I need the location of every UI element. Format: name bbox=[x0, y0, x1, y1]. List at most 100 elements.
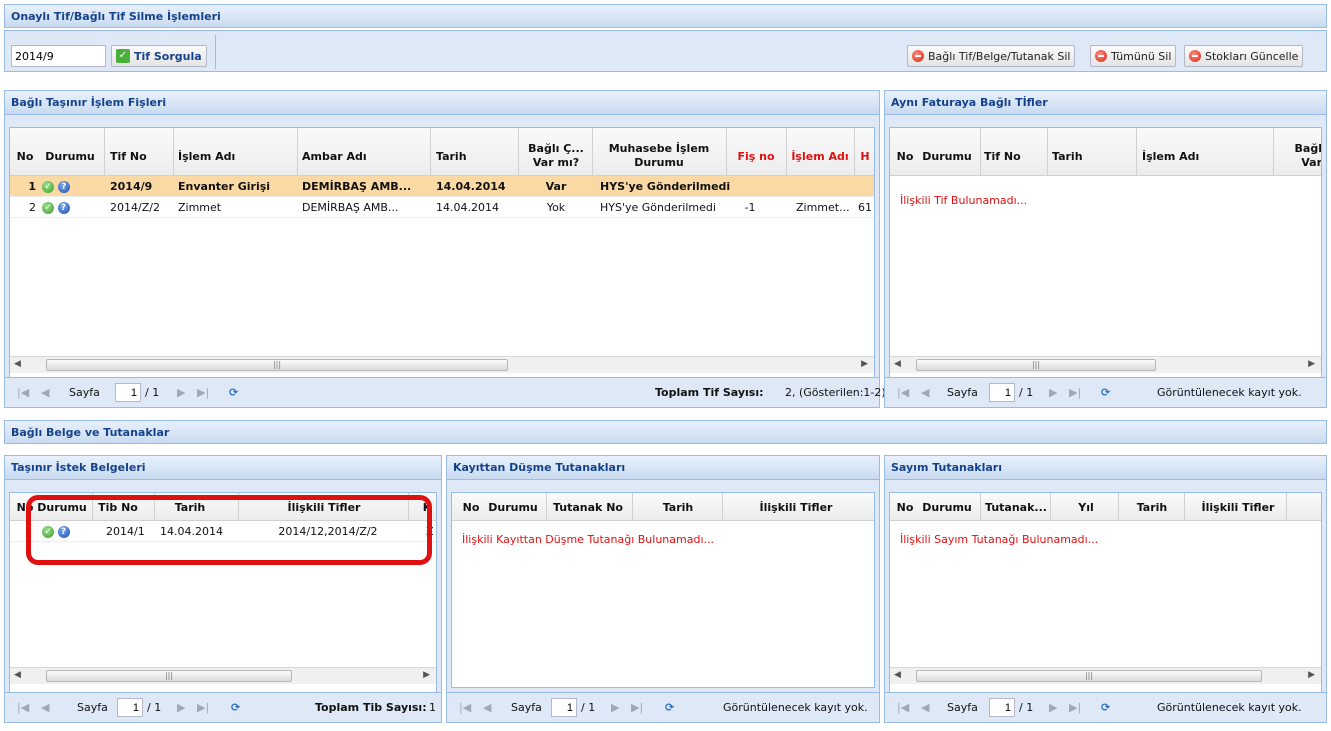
col-durumu[interactable]: Durumu bbox=[40, 150, 100, 163]
row-no: 1 bbox=[28, 180, 36, 193]
writeoff-panel: Kayıttan Düşme Tutanakları No Durumu Tut… bbox=[446, 455, 880, 723]
first-page-icon[interactable]: |◀ bbox=[17, 701, 29, 714]
col-h[interactable]: H bbox=[858, 150, 872, 163]
col-islemadi2[interactable]: İşlem Adı bbox=[790, 150, 850, 163]
col-tarih[interactable]: Tarih bbox=[436, 150, 486, 163]
col-bagli-2: Var bbox=[1301, 156, 1322, 169]
horizontal-scrollbar[interactable]: ◀ ||| ▶ bbox=[890, 667, 1321, 684]
pager-status: Görüntülenecek kayıt yok. bbox=[723, 701, 868, 714]
update-stock-label: Stokları Güncelle bbox=[1205, 49, 1299, 63]
scroll-left-icon[interactable]: ◀ bbox=[894, 670, 901, 680]
col-tutanak[interactable]: Tutanak... bbox=[984, 501, 1048, 514]
update-stock-button[interactable]: Stokları Güncelle bbox=[1184, 45, 1304, 67]
col-durumu[interactable]: Durumu bbox=[920, 150, 974, 163]
scroll-left-icon[interactable]: ◀ bbox=[14, 359, 21, 369]
delete-all-button[interactable]: Tümünü Sil bbox=[1090, 45, 1177, 67]
refresh-icon[interactable]: ⟳ bbox=[1101, 386, 1110, 399]
check-icon[interactable]: ✓ bbox=[42, 181, 54, 193]
next-page-icon[interactable]: ▶ bbox=[1049, 386, 1057, 399]
col-tutanakno[interactable]: Tutanak No bbox=[548, 501, 628, 514]
col-islemadi[interactable]: İşlem Adı bbox=[178, 150, 248, 163]
scroll-thumb[interactable]: ||| bbox=[916, 359, 1156, 371]
count-title-text: Sayım Tutanakları bbox=[891, 461, 1003, 474]
refresh-icon[interactable]: ⟳ bbox=[229, 386, 238, 399]
page-input[interactable] bbox=[551, 698, 577, 717]
tif-query-button[interactable]: ✓ Tif Sorgula bbox=[111, 45, 207, 67]
col-fisno[interactable]: Fiş no bbox=[730, 150, 782, 163]
delete-linked-button[interactable]: Bağlı Tif/Belge/Tutanak Sil bbox=[907, 45, 1076, 67]
col-no[interactable]: No bbox=[894, 150, 916, 163]
next-page-icon[interactable]: ▶ bbox=[611, 701, 619, 714]
prev-page-icon[interactable]: ◀ bbox=[483, 701, 491, 714]
col-tarih[interactable]: Tarih bbox=[1122, 501, 1182, 514]
col-no[interactable]: No bbox=[14, 150, 36, 163]
col-tarih[interactable]: Tarih bbox=[638, 501, 718, 514]
col-bagli-1[interactable]: Bağlı Ç... bbox=[522, 142, 590, 155]
scroll-right-icon[interactable]: ▶ bbox=[861, 359, 868, 369]
row-tarih: 14.04.2014 bbox=[436, 180, 506, 193]
help-icon[interactable]: ? bbox=[57, 202, 70, 214]
refresh-icon[interactable]: ⟳ bbox=[1101, 701, 1110, 714]
page-input[interactable] bbox=[117, 698, 143, 717]
col-iliskili[interactable]: İlişkili Tifler bbox=[1190, 501, 1286, 514]
horizontal-scrollbar[interactable]: ◀ ||| ▶ bbox=[10, 667, 436, 684]
col-bagli-1[interactable]: Bağl bbox=[1286, 142, 1321, 155]
linked-tif-pager: |◀ ◀ Sayfa / 1 ▶ ▶| ⟳ Toplam Tif Sayısı:… bbox=[5, 377, 886, 407]
col-tarih[interactable]: Tarih bbox=[1052, 150, 1102, 163]
table-row[interactable]: 2 ✓ ? 2014/Z/2 Zimmet DEMİRBAŞ AMB... 14… bbox=[10, 197, 874, 218]
row-islemadi: Envanter Girişi bbox=[178, 180, 271, 193]
page-input[interactable] bbox=[989, 698, 1015, 717]
total-label: Toplam Tif Sayısı: bbox=[655, 386, 764, 399]
check-icon[interactable]: ✓ bbox=[42, 202, 54, 214]
col-no[interactable]: No bbox=[894, 501, 916, 514]
col-ambar[interactable]: Ambar Adı bbox=[302, 150, 382, 163]
toolbar: ✓ Tif Sorgula Bağlı Tif/Belge/Tutanak Si… bbox=[4, 30, 1327, 72]
scroll-left-icon[interactable]: ◀ bbox=[14, 670, 21, 680]
first-page-icon[interactable]: |◀ bbox=[459, 701, 471, 714]
col-tifno[interactable]: Tif No bbox=[984, 150, 1024, 163]
help-icon[interactable]: ? bbox=[57, 181, 70, 193]
next-page-icon[interactable]: ▶ bbox=[177, 701, 185, 714]
page-of: / 1 bbox=[145, 386, 160, 399]
last-page-icon[interactable]: ▶| bbox=[197, 386, 209, 399]
row-tifno: 2014/9 bbox=[110, 180, 153, 193]
scroll-left-icon[interactable]: ◀ bbox=[894, 359, 901, 369]
next-page-icon[interactable]: ▶ bbox=[1049, 701, 1057, 714]
col-islemadi[interactable]: İşlem Adı bbox=[1142, 150, 1222, 163]
last-page-icon[interactable]: ▶| bbox=[631, 701, 643, 714]
scroll-thumb[interactable]: ||| bbox=[46, 359, 508, 371]
scroll-right-icon[interactable]: ▶ bbox=[1308, 670, 1315, 680]
page-input[interactable] bbox=[115, 383, 141, 402]
scroll-thumb[interactable]: ||| bbox=[46, 670, 292, 682]
col-iliskili[interactable]: İlişkili Tifler bbox=[726, 501, 866, 514]
refresh-icon[interactable]: ⟳ bbox=[665, 701, 674, 714]
next-page-icon[interactable]: ▶ bbox=[177, 386, 185, 399]
horizontal-scrollbar[interactable]: ◀ ||| ▶ bbox=[10, 356, 874, 373]
col-durumu[interactable]: Durumu bbox=[918, 501, 976, 514]
first-page-icon[interactable]: |◀ bbox=[17, 386, 29, 399]
tif-search-input[interactable] bbox=[11, 45, 106, 67]
first-page-icon[interactable]: |◀ bbox=[897, 386, 909, 399]
first-page-icon[interactable]: |◀ bbox=[897, 701, 909, 714]
prev-page-icon[interactable]: ◀ bbox=[921, 386, 929, 399]
col-muh-1[interactable]: Muhasebe İşlem bbox=[594, 142, 724, 155]
col-tifno[interactable]: Tif No bbox=[110, 150, 150, 163]
scroll-thumb[interactable]: ||| bbox=[916, 670, 1262, 682]
refresh-icon[interactable]: ⟳ bbox=[231, 701, 240, 714]
prev-page-icon[interactable]: ◀ bbox=[41, 701, 49, 714]
row-no: 2 bbox=[29, 201, 36, 214]
scroll-right-icon[interactable]: ▶ bbox=[423, 670, 430, 680]
col-no[interactable]: No bbox=[460, 501, 482, 514]
last-page-icon[interactable]: ▶| bbox=[1069, 701, 1081, 714]
page-input[interactable] bbox=[989, 383, 1015, 402]
prev-page-icon[interactable]: ◀ bbox=[41, 386, 49, 399]
last-page-icon[interactable]: ▶| bbox=[1069, 386, 1081, 399]
scroll-right-icon[interactable]: ▶ bbox=[1308, 359, 1315, 369]
col-yil[interactable]: Yıl bbox=[1056, 501, 1116, 514]
last-page-icon[interactable]: ▶| bbox=[197, 701, 209, 714]
col-durumu[interactable]: Durumu bbox=[484, 501, 542, 514]
horizontal-scrollbar[interactable]: ◀ ||| ▶ bbox=[890, 356, 1321, 373]
prev-page-icon[interactable]: ◀ bbox=[921, 701, 929, 714]
table-row[interactable]: 1 ✓ ? 2014/9 Envanter Girişi DEMİRBAŞ AM… bbox=[10, 176, 874, 197]
grid-header: No Durumu Tutanak... Yıl Tarih İlişkili … bbox=[890, 493, 1321, 521]
